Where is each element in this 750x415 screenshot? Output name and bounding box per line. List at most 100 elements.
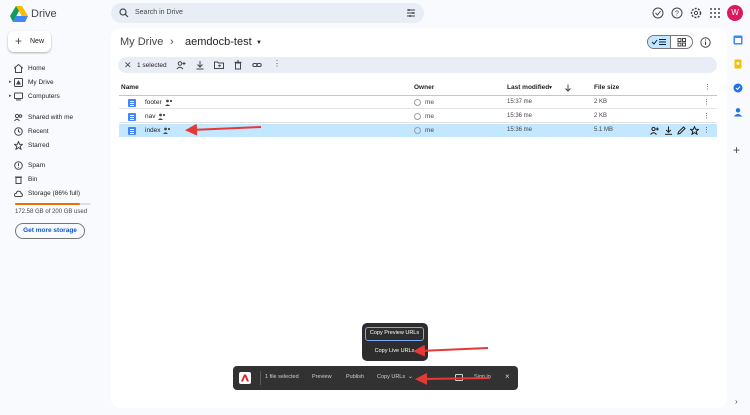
sidebar-item-label: Spam — [28, 162, 45, 169]
account-avatar[interactable]: W — [727, 5, 743, 21]
svg-text:?: ? — [675, 11, 679, 18]
info-icon[interactable] — [700, 37, 711, 48]
owner-avatar-icon — [414, 113, 421, 120]
filter-icon[interactable] — [406, 8, 416, 18]
app-title: Drive — [31, 8, 57, 20]
copy-urls-chevron-down-icon[interactable]: ⌄ — [408, 373, 413, 380]
selection-toolbar: ✕ 1 selected ⋮ — [118, 57, 717, 73]
search-placeholder: Search in Drive — [135, 9, 183, 16]
adobe-logo-icon[interactable] — [239, 372, 251, 384]
search-input[interactable]: Search in Drive — [111, 3, 424, 23]
sidebar-item-label: Shared with me — [28, 114, 74, 121]
list-view-icon — [651, 39, 666, 45]
download-icon[interactable] — [664, 126, 673, 135]
breadcrumb-separator: › — [170, 36, 174, 48]
row-more-actions-icon[interactable]: ⋮ — [703, 112, 710, 120]
expand-arrow-icon[interactable]: ▸ — [9, 79, 12, 85]
storage-progress-fill — [15, 203, 81, 205]
file-selected-count: 1 file selected — [265, 374, 299, 380]
preview-button[interactable]: Preview — [312, 374, 332, 380]
sidebar-item-label: Starred — [28, 142, 50, 149]
google-doc-icon — [128, 99, 136, 107]
row-more-actions-icon[interactable]: ⋮ — [703, 98, 710, 106]
contacts-icon[interactable] — [733, 107, 743, 117]
copy-live-urls-option[interactable]: Copy Live URLs — [365, 345, 424, 357]
sidebar-item-spam[interactable]: Spam — [10, 160, 104, 172]
move-to-folder-icon[interactable] — [214, 60, 224, 70]
get-addons-plus-icon[interactable]: + — [733, 143, 740, 157]
sidebar-item-home[interactable]: Home — [10, 63, 104, 75]
modified-dropdown-caret-icon[interactable]: ▼ — [548, 85, 553, 91]
table-row[interactable]: footer me 15:37 me 2 KB ⋮ — [119, 96, 717, 109]
drive-logo-icon[interactable] — [10, 6, 28, 22]
sidebar-item-storage[interactable]: Storage (86% full) — [10, 188, 104, 200]
sidebar-item-label: Bin — [28, 176, 38, 183]
sidebar-item-recent[interactable]: Recent — [10, 126, 104, 138]
tasks-icon[interactable] — [733, 83, 743, 93]
bin-icon — [15, 176, 22, 184]
expand-side-panel-icon[interactable]: › — [735, 397, 738, 406]
sign-in-button[interactable]: Sign in — [474, 374, 491, 380]
computer-icon — [14, 92, 23, 101]
row-more-actions-icon[interactable]: ⋮ — [703, 126, 710, 134]
shared-people-icon — [158, 113, 166, 120]
expand-arrow-icon[interactable]: ▸ — [9, 93, 12, 99]
plus-icon: + — [15, 34, 23, 48]
copy-link-icon[interactable] — [252, 60, 262, 70]
file-owner: me — [425, 127, 435, 134]
column-header-name[interactable]: Name — [121, 84, 139, 91]
new-button[interactable]: + New — [8, 31, 51, 52]
sidebar-item-bin[interactable]: Bin — [10, 174, 104, 186]
clear-selection-close-icon[interactable]: ✕ — [124, 60, 132, 70]
sign-in-icon[interactable] — [455, 374, 463, 381]
offline-status-icon[interactable] — [652, 7, 664, 19]
grid-view-button[interactable] — [671, 36, 692, 48]
share-person-add-icon[interactable] — [176, 60, 186, 70]
settings-gear-icon[interactable] — [690, 7, 702, 19]
sidebar-item-shared[interactable]: Shared with me — [10, 112, 104, 124]
toolbar-close-icon[interactable]: × — [505, 372, 510, 381]
apps-grid-icon[interactable] — [709, 7, 721, 19]
table-row-selected[interactable]: index me 15:36 me 5.1 MB ⋮ — [119, 124, 717, 137]
file-owner: me — [425, 113, 435, 120]
get-more-storage-button[interactable]: Get more storage — [15, 223, 85, 239]
rename-pencil-icon[interactable] — [677, 126, 686, 135]
file-modified: 15:37 me — [507, 99, 533, 105]
clock-icon — [14, 127, 23, 136]
column-header-owner[interactable]: Owner — [414, 84, 434, 91]
list-view-button[interactable] — [648, 36, 671, 48]
spam-icon — [14, 161, 23, 170]
folder-menu-caret-icon[interactable]: ▼ — [256, 40, 262, 46]
grid-view-icon — [677, 38, 686, 47]
share-person-add-icon[interactable] — [650, 126, 659, 135]
breadcrumb-my-drive[interactable]: My Drive — [120, 36, 163, 48]
more-actions-icon[interactable]: ⋮ — [273, 59, 283, 69]
owner-avatar-icon — [414, 127, 421, 134]
column-header-file-size[interactable]: File size — [594, 84, 619, 91]
star-icon — [14, 141, 23, 150]
breadcrumb-current-folder[interactable]: aemdocb-test — [185, 36, 252, 48]
file-name: nav — [145, 113, 156, 120]
star-icon[interactable] — [690, 126, 699, 135]
copy-preview-urls-option[interactable]: Copy Preview URLs — [365, 327, 424, 341]
sort-direction-arrow-icon[interactable] — [564, 84, 572, 92]
keep-icon[interactable] — [733, 59, 743, 69]
sidebar-item-starred[interactable]: Starred — [10, 140, 104, 152]
cloud-icon — [14, 190, 23, 197]
copy-urls-button[interactable]: Copy URLs — [377, 374, 405, 380]
download-icon[interactable] — [195, 60, 205, 70]
table-row[interactable]: nav me 15:36 me 2 KB ⋮ — [119, 110, 717, 123]
search-icon[interactable] — [119, 8, 129, 18]
help-icon[interactable]: ? — [671, 7, 683, 19]
calendar-icon[interactable] — [733, 35, 743, 45]
sidebar-item-my-drive[interactable]: ▸ My Drive — [9, 77, 104, 89]
sidebar-item-computers[interactable]: ▸ Computers — [9, 91, 104, 103]
column-options-more-icon[interactable]: ⋮ — [704, 83, 711, 91]
view-toggle[interactable] — [647, 35, 693, 49]
delete-bin-icon[interactable] — [233, 60, 243, 70]
file-modified: 15:36 me — [507, 127, 533, 133]
publish-button[interactable]: Publish — [346, 374, 364, 380]
file-name: footer — [145, 99, 162, 106]
column-header-last-modified[interactable]: Last modified — [507, 84, 549, 91]
sidebar-item-label: Recent — [28, 128, 49, 135]
